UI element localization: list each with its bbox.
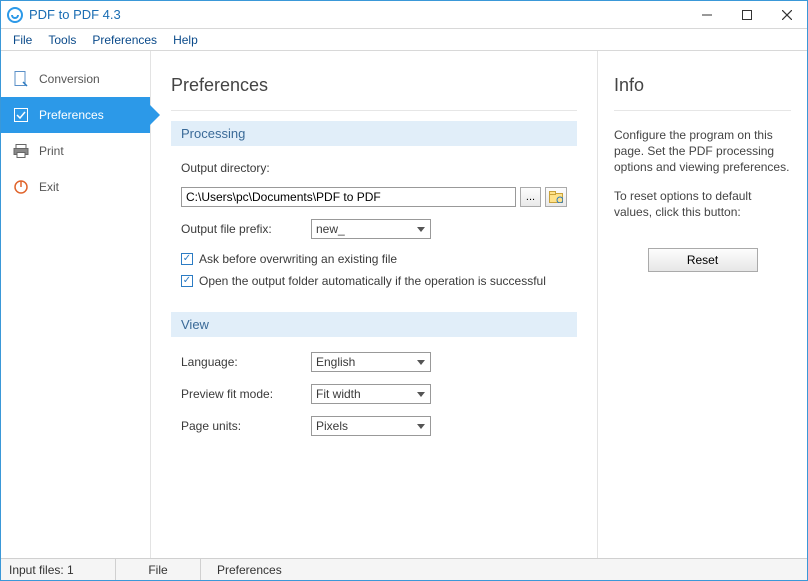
status-preferences: Preferences bbox=[201, 559, 807, 580]
output-prefix-combo[interactable]: new_ bbox=[311, 219, 431, 239]
fitmode-row: Preview fit mode: Fit width bbox=[171, 381, 577, 407]
menu-tools[interactable]: Tools bbox=[40, 31, 84, 49]
language-value: English bbox=[316, 355, 355, 369]
language-label: Language: bbox=[181, 355, 311, 369]
menu-file[interactable]: File bbox=[5, 31, 40, 49]
output-directory-label: Output directory: bbox=[181, 161, 270, 175]
window-controls bbox=[687, 1, 807, 29]
status-input-files: Input files: 1 bbox=[1, 559, 116, 580]
language-row: Language: English bbox=[171, 349, 577, 375]
fitmode-value: Fit width bbox=[316, 387, 361, 401]
output-directory-input[interactable] bbox=[181, 187, 516, 207]
maximize-button[interactable] bbox=[727, 1, 767, 29]
units-value: Pixels bbox=[316, 419, 348, 433]
page-icon bbox=[13, 71, 29, 87]
output-directory-label-row: Output directory: bbox=[171, 158, 577, 178]
checkbox-checked-icon: ✓ bbox=[181, 275, 193, 287]
menu-preferences[interactable]: Preferences bbox=[84, 31, 165, 49]
open-output-label: Open the output folder automatically if … bbox=[199, 274, 546, 288]
output-directory-row: ... bbox=[171, 184, 577, 210]
checkbox-list-icon bbox=[13, 107, 29, 123]
sidebar-item-label: Preferences bbox=[39, 108, 104, 122]
ask-overwrite-row[interactable]: ✓ Ask before overwriting an existing fil… bbox=[171, 248, 577, 270]
sidebar-item-label: Conversion bbox=[39, 72, 100, 86]
main-area: Conversion Preferences Print Exit Prefer… bbox=[1, 51, 807, 558]
content-panel: Preferences Processing Output directory:… bbox=[151, 51, 597, 558]
status-file: File bbox=[116, 559, 201, 580]
units-row: Page units: Pixels bbox=[171, 413, 577, 439]
sidebar-item-exit[interactable]: Exit bbox=[1, 169, 150, 205]
minimize-button[interactable] bbox=[687, 1, 727, 29]
sidebar-item-label: Print bbox=[39, 144, 64, 158]
titlebar: PDF to PDF 4.3 bbox=[1, 1, 807, 29]
info-text-1: Configure the program on this page. Set … bbox=[614, 127, 791, 176]
language-combo[interactable]: English bbox=[311, 352, 431, 372]
printer-icon bbox=[13, 143, 29, 159]
section-processing: Processing bbox=[171, 121, 577, 146]
info-title: Info bbox=[614, 69, 791, 111]
open-folder-button[interactable] bbox=[545, 187, 567, 207]
open-output-row[interactable]: ✓ Open the output folder automatically i… bbox=[171, 270, 577, 292]
units-combo[interactable]: Pixels bbox=[311, 416, 431, 436]
sidebar-item-print[interactable]: Print bbox=[1, 133, 150, 169]
reset-button[interactable]: Reset bbox=[648, 248, 758, 272]
fitmode-combo[interactable]: Fit width bbox=[311, 384, 431, 404]
sidebar: Conversion Preferences Print Exit bbox=[1, 51, 151, 558]
app-icon bbox=[7, 7, 23, 23]
sidebar-item-conversion[interactable]: Conversion bbox=[1, 61, 150, 97]
output-prefix-value: new_ bbox=[316, 222, 345, 236]
window-title: PDF to PDF 4.3 bbox=[29, 7, 121, 22]
info-text-2: To reset options to default values, clic… bbox=[614, 188, 791, 220]
sidebar-item-label: Exit bbox=[39, 180, 59, 194]
close-button[interactable] bbox=[767, 1, 807, 29]
output-prefix-label: Output file prefix: bbox=[181, 222, 311, 236]
menubar: File Tools Preferences Help bbox=[1, 29, 807, 51]
ask-overwrite-label: Ask before overwriting an existing file bbox=[199, 252, 397, 266]
fitmode-label: Preview fit mode: bbox=[181, 387, 311, 401]
browse-button[interactable]: ... bbox=[520, 187, 542, 207]
menu-help[interactable]: Help bbox=[165, 31, 206, 49]
units-label: Page units: bbox=[181, 419, 311, 433]
page-title: Preferences bbox=[171, 69, 577, 111]
checkbox-checked-icon: ✓ bbox=[181, 253, 193, 265]
power-icon bbox=[13, 179, 29, 195]
output-prefix-row: Output file prefix: new_ bbox=[171, 216, 577, 242]
info-panel: Info Configure the program on this page.… bbox=[597, 51, 807, 558]
section-view: View bbox=[171, 312, 577, 337]
sidebar-item-preferences[interactable]: Preferences bbox=[1, 97, 150, 133]
statusbar: Input files: 1 File Preferences bbox=[1, 558, 807, 580]
